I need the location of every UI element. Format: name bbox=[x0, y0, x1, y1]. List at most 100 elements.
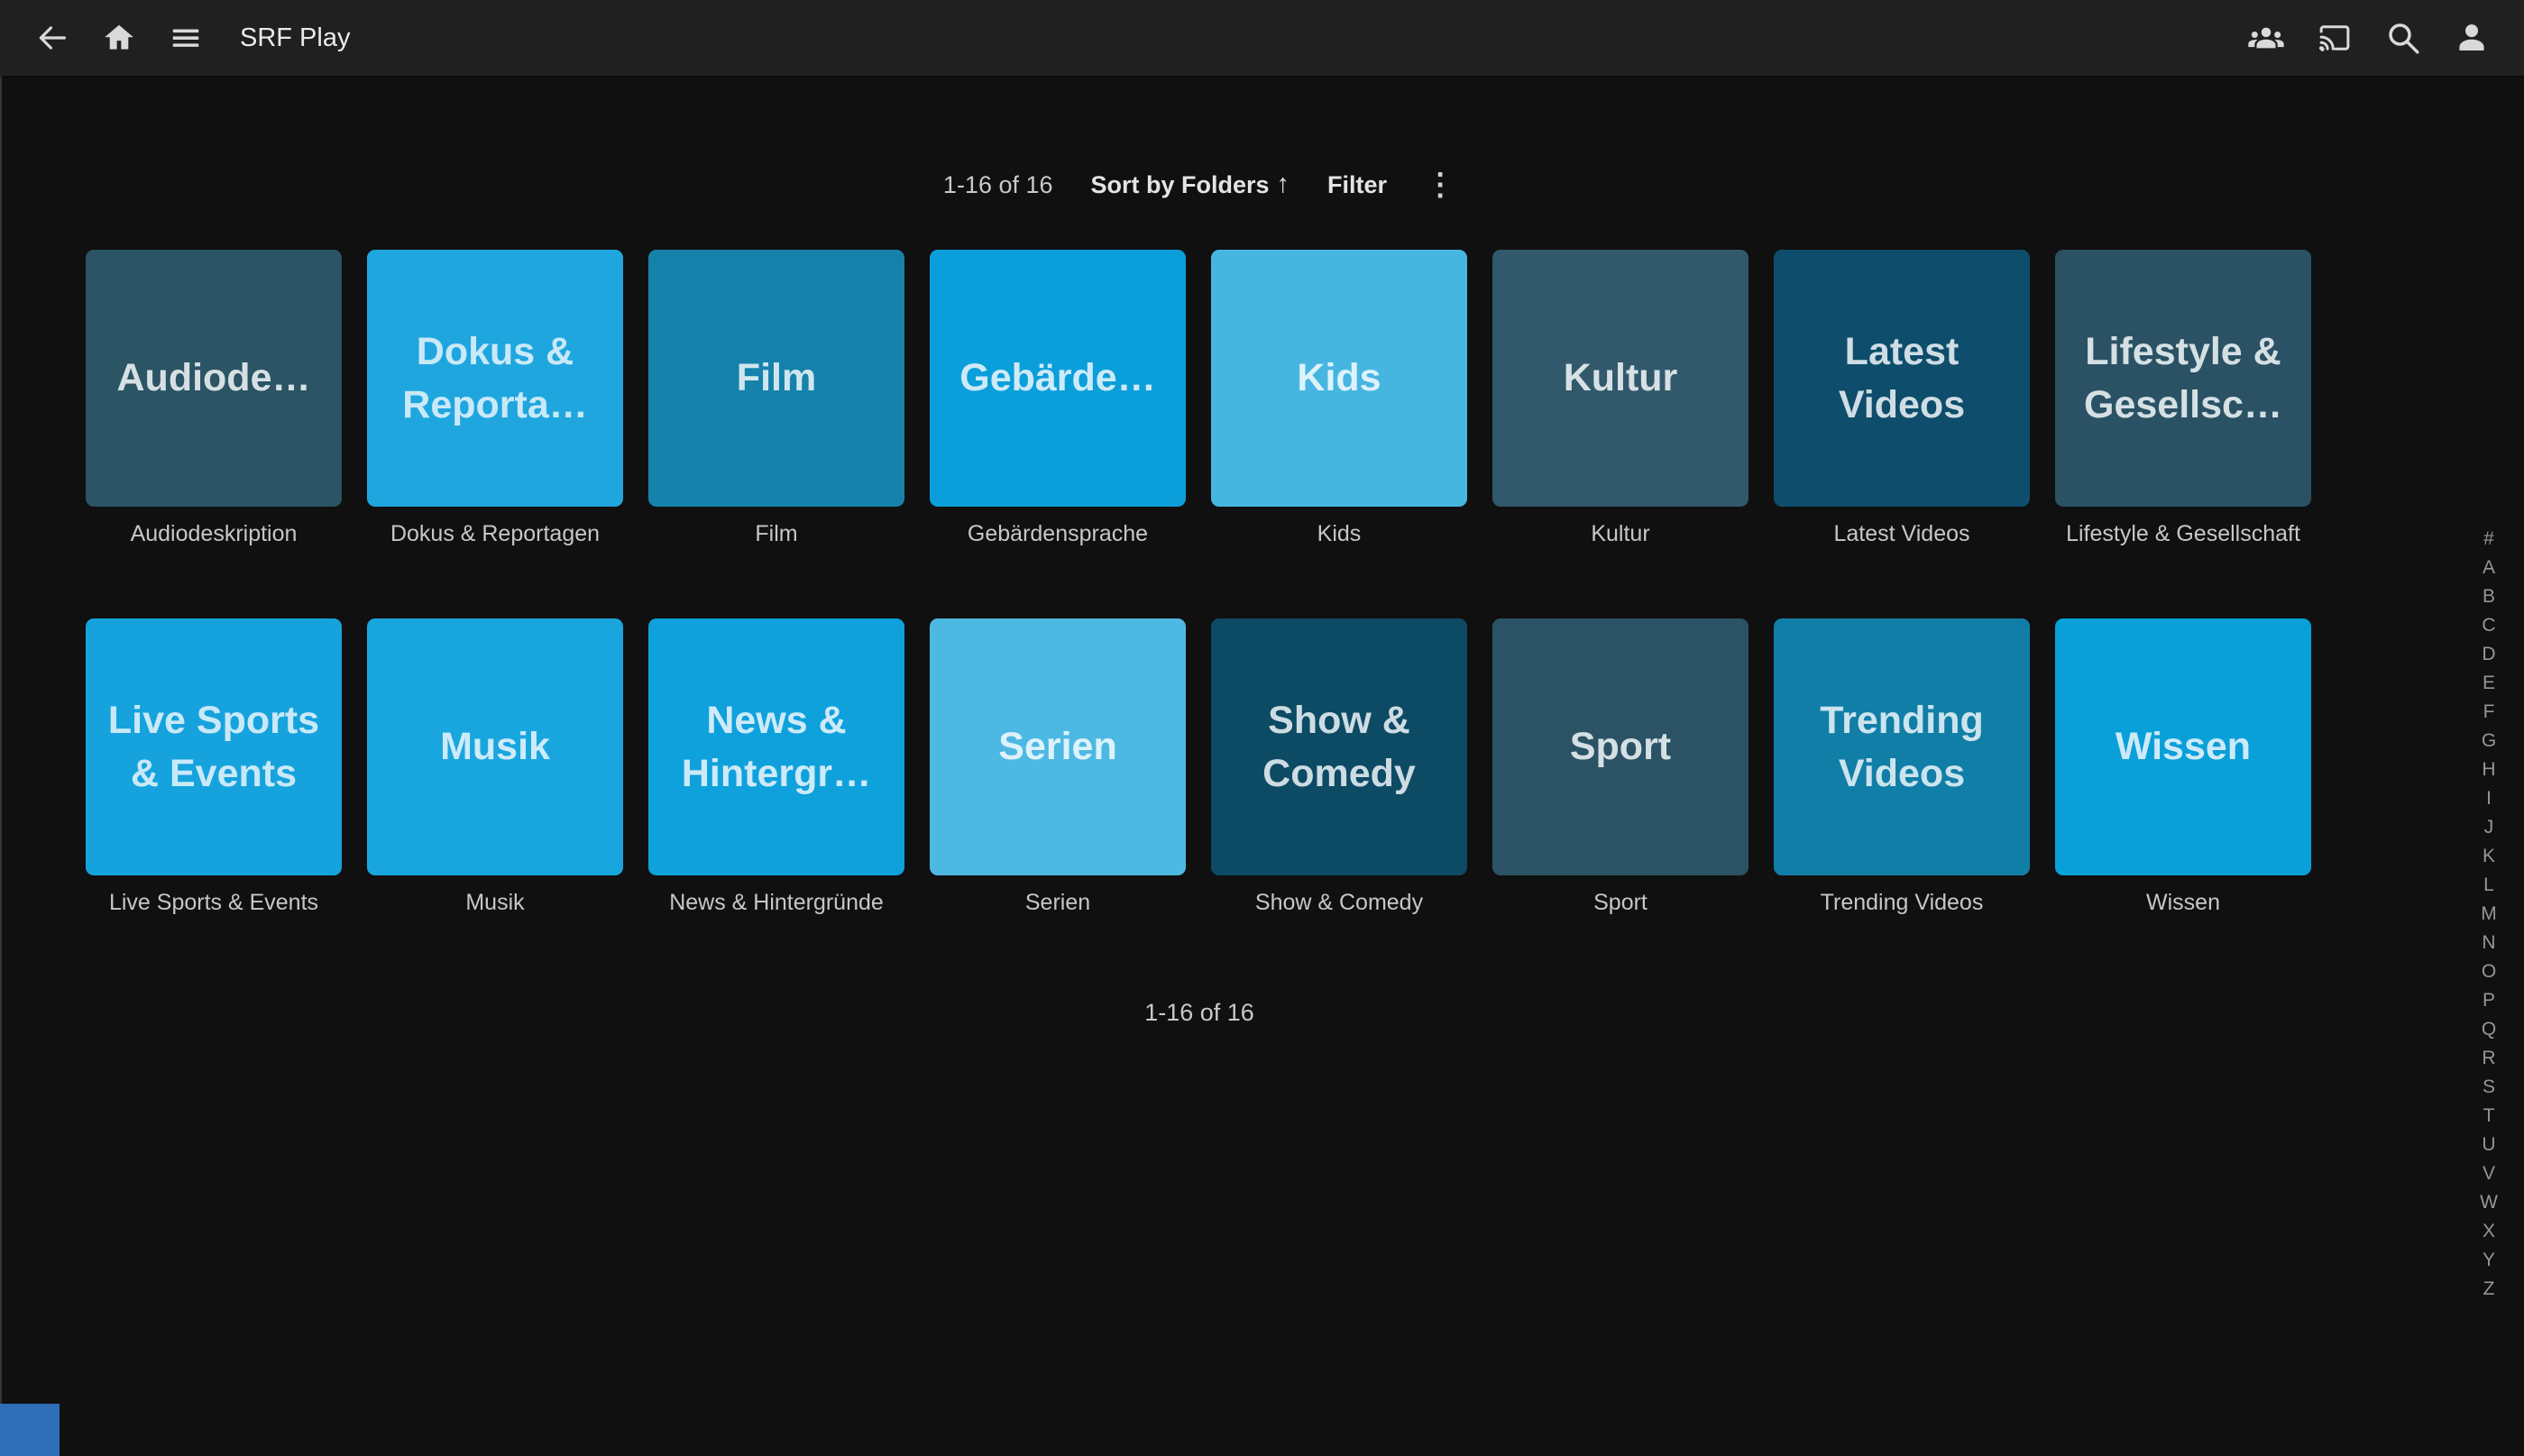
folder-cell: Dokus & Reporta… Dokus & Reportagen bbox=[367, 250, 623, 548]
folder-tile[interactable]: Musik bbox=[367, 618, 623, 875]
tile-title: Kids bbox=[1297, 352, 1381, 404]
alpha-letter[interactable]: G bbox=[2470, 727, 2508, 755]
folder-tile[interactable]: Latest Videos bbox=[1774, 250, 2030, 507]
tile-title: Film bbox=[737, 352, 816, 404]
alpha-letter[interactable]: T bbox=[2470, 1102, 2508, 1131]
sort-ascending-icon: ↑ bbox=[1277, 169, 1290, 199]
alpha-letter[interactable]: M bbox=[2470, 900, 2508, 929]
folder-cell: Gebärde… Gebärdensprache bbox=[930, 250, 1186, 548]
user-icon bbox=[2453, 19, 2491, 57]
tile-caption: Film bbox=[648, 520, 904, 548]
syncplay-icon bbox=[2247, 19, 2285, 57]
sort-button-label: Sort by Folders bbox=[1091, 171, 1270, 199]
alpha-letter[interactable]: D bbox=[2470, 640, 2508, 669]
folder-tile[interactable]: Lifestyle & Gesellsc… bbox=[2055, 250, 2311, 507]
alpha-letter[interactable]: U bbox=[2470, 1131, 2508, 1159]
folder-tile[interactable]: Live Sports & Events bbox=[86, 618, 342, 875]
tile-title: Latest Videos bbox=[1792, 325, 2012, 430]
folder-tile[interactable]: Kultur bbox=[1492, 250, 1748, 507]
alpha-letter[interactable]: R bbox=[2470, 1044, 2508, 1073]
folder-tile[interactable]: News & Hintergr… bbox=[648, 618, 904, 875]
folder-tile[interactable]: Trending Videos bbox=[1774, 618, 2030, 875]
search-icon bbox=[2384, 19, 2422, 57]
user-button[interactable] bbox=[2452, 18, 2492, 58]
tile-caption: Musik bbox=[367, 889, 623, 917]
syncplay-button[interactable] bbox=[2246, 18, 2286, 58]
tile-title: Sport bbox=[1570, 720, 1671, 773]
tile-title: Musik bbox=[440, 720, 550, 773]
tile-title: News & Hintergr… bbox=[666, 694, 886, 799]
alpha-letter[interactable]: S bbox=[2470, 1073, 2508, 1102]
folder-tile[interactable]: Dokus & Reporta… bbox=[367, 250, 623, 507]
alpha-letter[interactable]: O bbox=[2470, 957, 2508, 986]
alpha-letter[interactable]: K bbox=[2470, 842, 2508, 871]
folder-tile[interactable]: Gebärde… bbox=[930, 250, 1186, 507]
more-button[interactable]: ⋮ bbox=[1425, 169, 1455, 200]
page-title: SRF Play bbox=[240, 23, 350, 53]
tile-title: Gebärde… bbox=[959, 352, 1155, 404]
tile-caption: Trending Videos bbox=[1774, 889, 2030, 917]
folder-tile[interactable]: Film bbox=[648, 250, 904, 507]
alpha-letter[interactable]: A bbox=[2470, 554, 2508, 582]
alpha-letter[interactable]: # bbox=[2470, 525, 2508, 554]
paging-count-bottom: 1-16 of 16 bbox=[0, 999, 2399, 1027]
alpha-letter[interactable]: Y bbox=[2470, 1246, 2508, 1275]
alpha-letter[interactable]: L bbox=[2470, 871, 2508, 900]
alpha-letter[interactable]: P bbox=[2470, 986, 2508, 1015]
sort-button[interactable]: Sort by Folders ↑ bbox=[1091, 170, 1290, 200]
folder-cell: Show & Comedy Show & Comedy bbox=[1211, 618, 1467, 917]
folder-cell: Kultur Kultur bbox=[1492, 250, 1748, 548]
alpha-letter[interactable]: F bbox=[2470, 698, 2508, 727]
home-icon bbox=[102, 21, 136, 55]
folder-tile[interactable]: Wissen bbox=[2055, 618, 2311, 875]
tile-caption: News & Hintergründe bbox=[648, 889, 904, 917]
alpha-letter[interactable]: J bbox=[2470, 813, 2508, 842]
folder-tile[interactable]: Serien bbox=[930, 618, 1186, 875]
menu-button[interactable] bbox=[166, 18, 206, 58]
alpha-picker: #ABCDEFGHIJKLMNOPQRSTUVWXYZ bbox=[2470, 525, 2508, 1304]
folder-tile[interactable]: Show & Comedy bbox=[1211, 618, 1467, 875]
alpha-letter[interactable]: Z bbox=[2470, 1275, 2508, 1304]
back-button[interactable] bbox=[32, 18, 72, 58]
tile-title: Live Sports & Events bbox=[104, 694, 324, 799]
tile-title: Kultur bbox=[1564, 352, 1678, 404]
bottom-left-blue-square bbox=[0, 1404, 60, 1456]
search-button[interactable] bbox=[2383, 18, 2423, 58]
alpha-letter[interactable]: V bbox=[2470, 1159, 2508, 1188]
alpha-letter[interactable]: H bbox=[2470, 755, 2508, 784]
alpha-letter[interactable]: X bbox=[2470, 1217, 2508, 1246]
folder-cell: Lifestyle & Gesellsc… Lifestyle & Gesell… bbox=[2055, 250, 2311, 548]
folder-tile[interactable]: Audiode… bbox=[86, 250, 342, 507]
tile-caption: Latest Videos bbox=[1774, 520, 2030, 548]
tile-caption: Show & Comedy bbox=[1211, 889, 1467, 917]
filter-button[interactable]: Filter bbox=[1327, 171, 1387, 199]
alpha-letter[interactable]: B bbox=[2470, 582, 2508, 611]
alpha-letter[interactable]: N bbox=[2470, 929, 2508, 957]
folder-cell: News & Hintergr… News & Hintergründe bbox=[648, 618, 904, 917]
folder-tile[interactable]: Kids bbox=[1211, 250, 1467, 507]
folder-tile[interactable]: Sport bbox=[1492, 618, 1748, 875]
alpha-letter[interactable]: W bbox=[2470, 1188, 2508, 1217]
tile-title: Dokus & Reporta… bbox=[385, 325, 605, 430]
tile-title: Trending Videos bbox=[1792, 694, 2012, 799]
folder-grid: Audiode… Audiodeskription Dokus & Report… bbox=[86, 250, 2311, 917]
home-button[interactable] bbox=[99, 18, 139, 58]
window-edge bbox=[0, 76, 2, 1456]
alpha-letter[interactable]: C bbox=[2470, 611, 2508, 640]
kebab-icon: ⋮ bbox=[1425, 168, 1455, 202]
cast-icon bbox=[2316, 19, 2354, 57]
tile-caption: Kultur bbox=[1492, 520, 1748, 548]
tile-caption: Gebärdensprache bbox=[930, 520, 1186, 548]
tile-caption: Wissen bbox=[2055, 889, 2311, 917]
alpha-letter[interactable]: I bbox=[2470, 784, 2508, 813]
app-bar: SRF Play bbox=[0, 0, 2524, 76]
alpha-letter[interactable]: E bbox=[2470, 669, 2508, 698]
tile-caption: Dokus & Reportagen bbox=[367, 520, 623, 548]
cast-button[interactable] bbox=[2315, 18, 2354, 58]
tile-caption: Live Sports & Events bbox=[86, 889, 342, 917]
tile-caption: Audiodeskription bbox=[86, 520, 342, 548]
alpha-letter[interactable]: Q bbox=[2470, 1015, 2508, 1044]
folder-cell: Musik Musik bbox=[367, 618, 623, 917]
tile-title: Show & Comedy bbox=[1229, 694, 1449, 799]
folder-cell: Film Film bbox=[648, 250, 904, 548]
